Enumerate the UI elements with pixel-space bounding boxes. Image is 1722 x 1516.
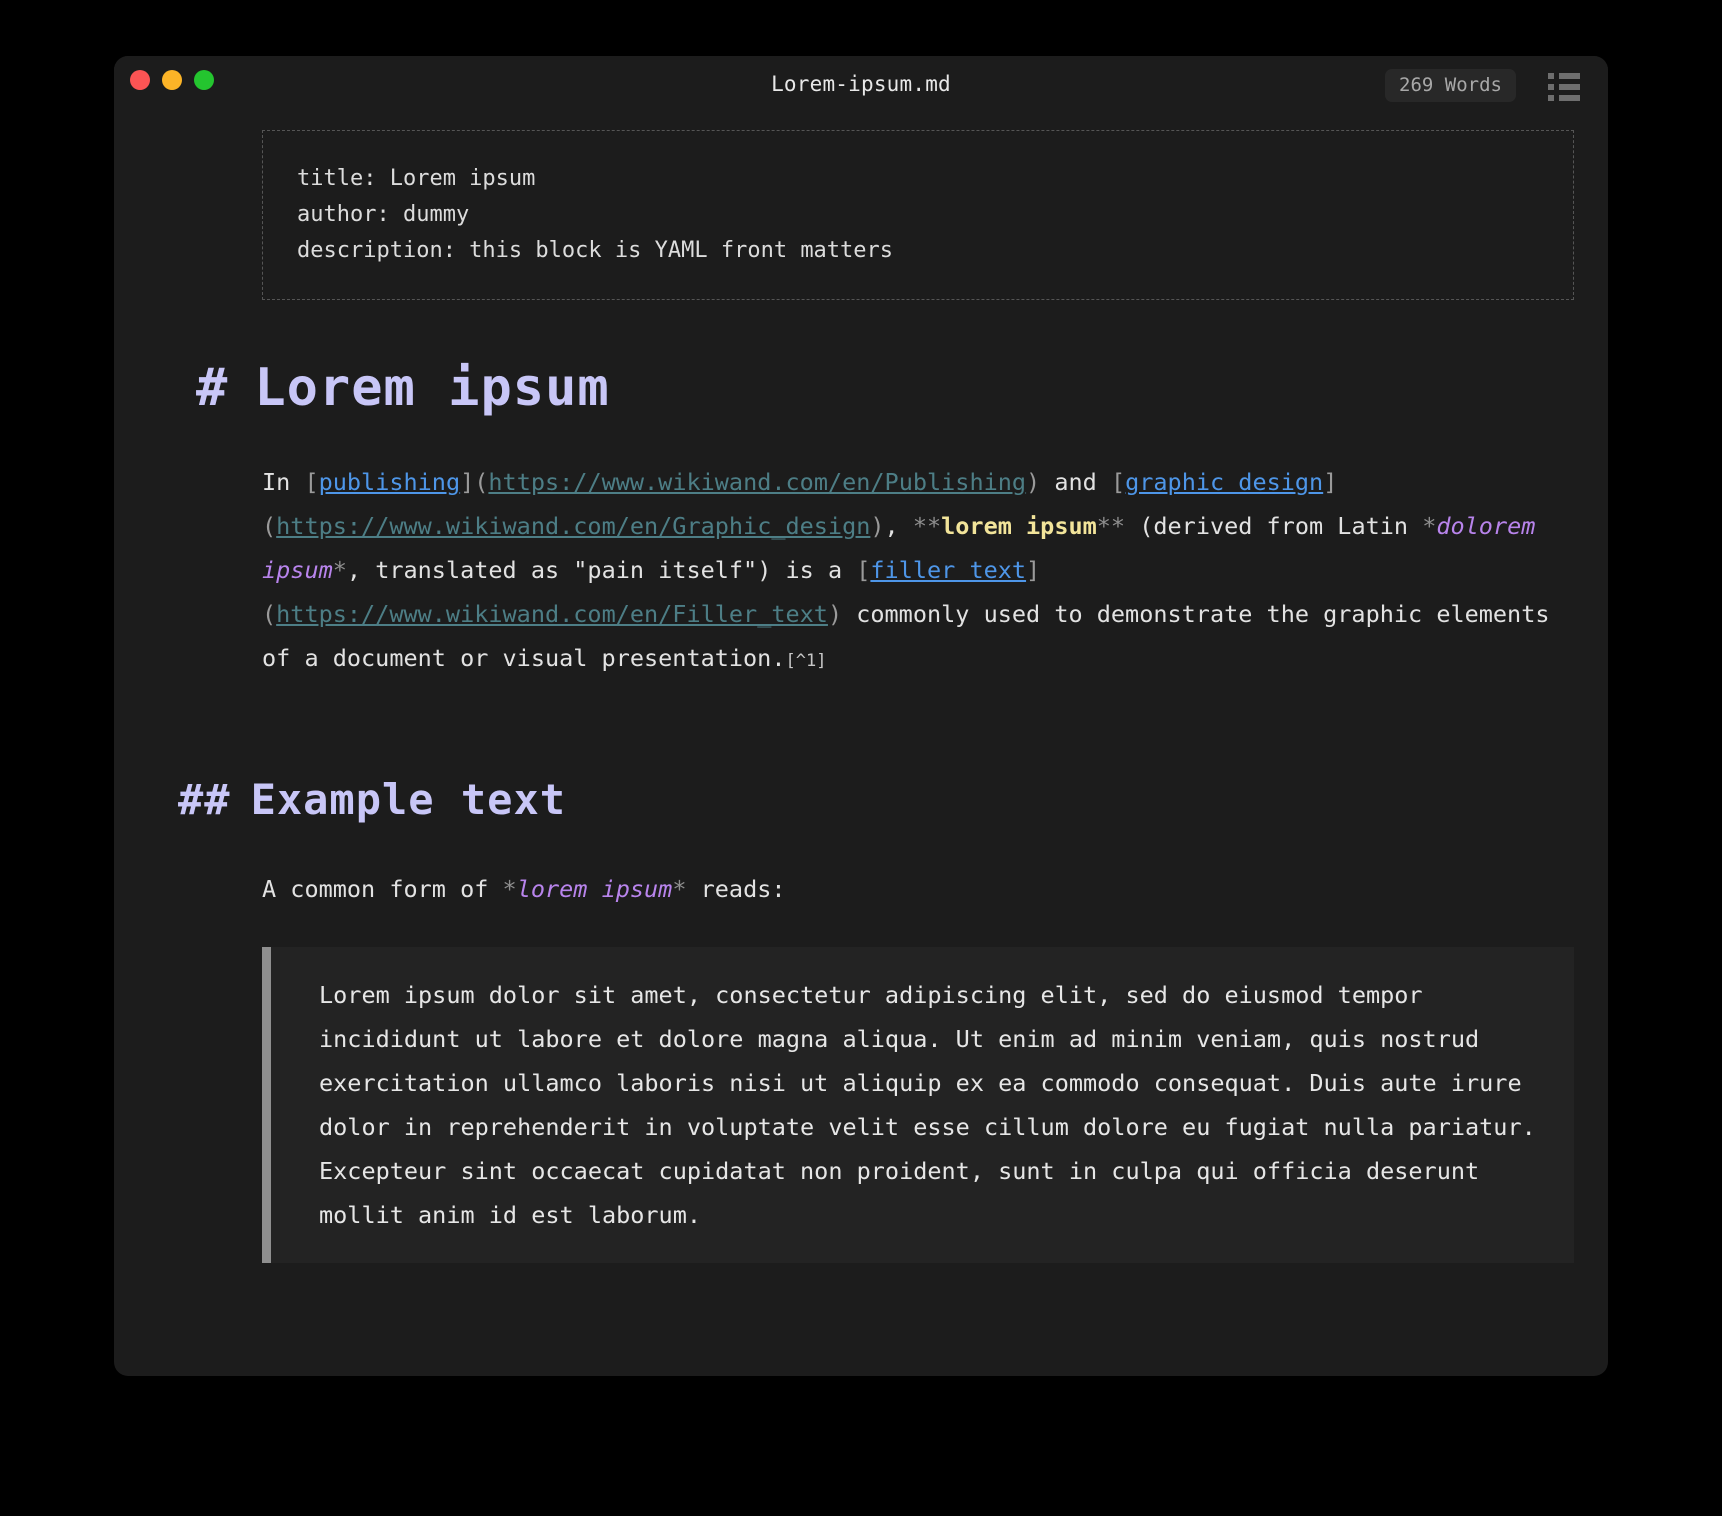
link2-close-bracket: ]	[1323, 468, 1337, 496]
editor-window: Lorem-ipsum.md 269 Words title: Lorem ip…	[114, 56, 1608, 1376]
text-in: In	[262, 468, 304, 496]
link-publishing-text[interactable]: publishing	[319, 468, 460, 496]
h1-text: Lorem ipsum	[254, 358, 609, 418]
footnote-marker[interactable]: [^1]	[785, 651, 826, 671]
list-icon-row	[1548, 73, 1582, 79]
bold-open-marker: **	[913, 512, 941, 540]
italic-lorem-ipsum: lorem ipsum	[517, 875, 673, 903]
blockquote[interactable]: Lorem ipsum dolor sit amet, consectetur …	[262, 947, 1574, 1263]
title-bar: Lorem-ipsum.md 269 Words	[114, 56, 1608, 118]
h2-text: Example text	[251, 775, 566, 824]
text-derived: (derived from Latin	[1125, 512, 1422, 540]
bold-lorem-ipsum: lorem ipsum	[941, 512, 1097, 540]
markdown-editor-area[interactable]: title: Lorem ipsum author: dummy descrip…	[114, 130, 1608, 1263]
text-translated: , translated as "pain itself") is a	[347, 556, 856, 584]
heading-level-1[interactable]: #Lorem ipsum	[196, 362, 1608, 414]
list-icon-row	[1548, 84, 1582, 90]
word-count-badge[interactable]: 269 Words	[1385, 69, 1516, 102]
link-publishing-url[interactable]: https://www.wikiwand.com/en/Publishing	[488, 468, 1026, 496]
h2-hash-marker: ##	[178, 775, 231, 824]
text-and: and	[1040, 468, 1111, 496]
yaml-front-matter-block[interactable]: title: Lorem ipsum author: dummy descrip…	[262, 130, 1574, 300]
link-graphic-design-url[interactable]: https://www.wikiwand.com/en/Graphic_desi…	[276, 512, 870, 540]
window-title: Lorem-ipsum.md	[114, 72, 1608, 96]
link-filler-text-url[interactable]: https://www.wikiwand.com/en/Filler_text	[276, 600, 828, 628]
link2-open-paren: (	[262, 512, 276, 540]
italic-open-marker-1: *	[1422, 512, 1436, 540]
link2-open-bracket: [	[1111, 468, 1125, 496]
list-icon-bullet	[1548, 84, 1554, 90]
list-icon-bullet	[1548, 73, 1554, 79]
italic-close-marker-2: *	[672, 875, 686, 903]
italic-close-marker-1: *	[333, 556, 347, 584]
outline-list-icon[interactable]	[1548, 73, 1582, 101]
example-intro-paragraph[interactable]: A common form of *lorem ipsum* reads:	[262, 867, 1574, 911]
text-a-common-form: A common form of	[262, 875, 503, 903]
link1-close-bracket: ]	[460, 468, 474, 496]
list-icon-line	[1559, 84, 1580, 90]
list-icon-bullet	[1548, 95, 1554, 101]
bold-close-marker: **	[1097, 512, 1125, 540]
italic-open-marker-2: *	[503, 875, 517, 903]
link1-open-paren: (	[474, 468, 488, 496]
list-icon-line	[1559, 73, 1580, 79]
link3-close-paren: )	[828, 600, 842, 628]
list-icon-line	[1559, 95, 1580, 101]
text-comma: ,	[885, 512, 913, 540]
heading-level-2[interactable]: ##Example text	[178, 779, 1608, 821]
link1-close-paren: )	[1026, 468, 1040, 496]
link-filler-text-text[interactable]: filler text	[870, 556, 1026, 584]
intro-paragraph[interactable]: In [publishing](https://www.wikiwand.com…	[262, 460, 1574, 683]
link1-open-bracket: [	[304, 468, 318, 496]
list-icon-row	[1548, 95, 1582, 101]
link2-close-paren: )	[870, 512, 884, 540]
link3-open-bracket: [	[856, 556, 870, 584]
link3-open-paren: (	[262, 600, 276, 628]
link-graphic-design-text[interactable]: graphic design	[1125, 468, 1323, 496]
h1-hash-marker: #	[196, 358, 228, 418]
link3-close-bracket: ]	[1026, 556, 1040, 584]
text-reads: reads:	[686, 875, 785, 903]
